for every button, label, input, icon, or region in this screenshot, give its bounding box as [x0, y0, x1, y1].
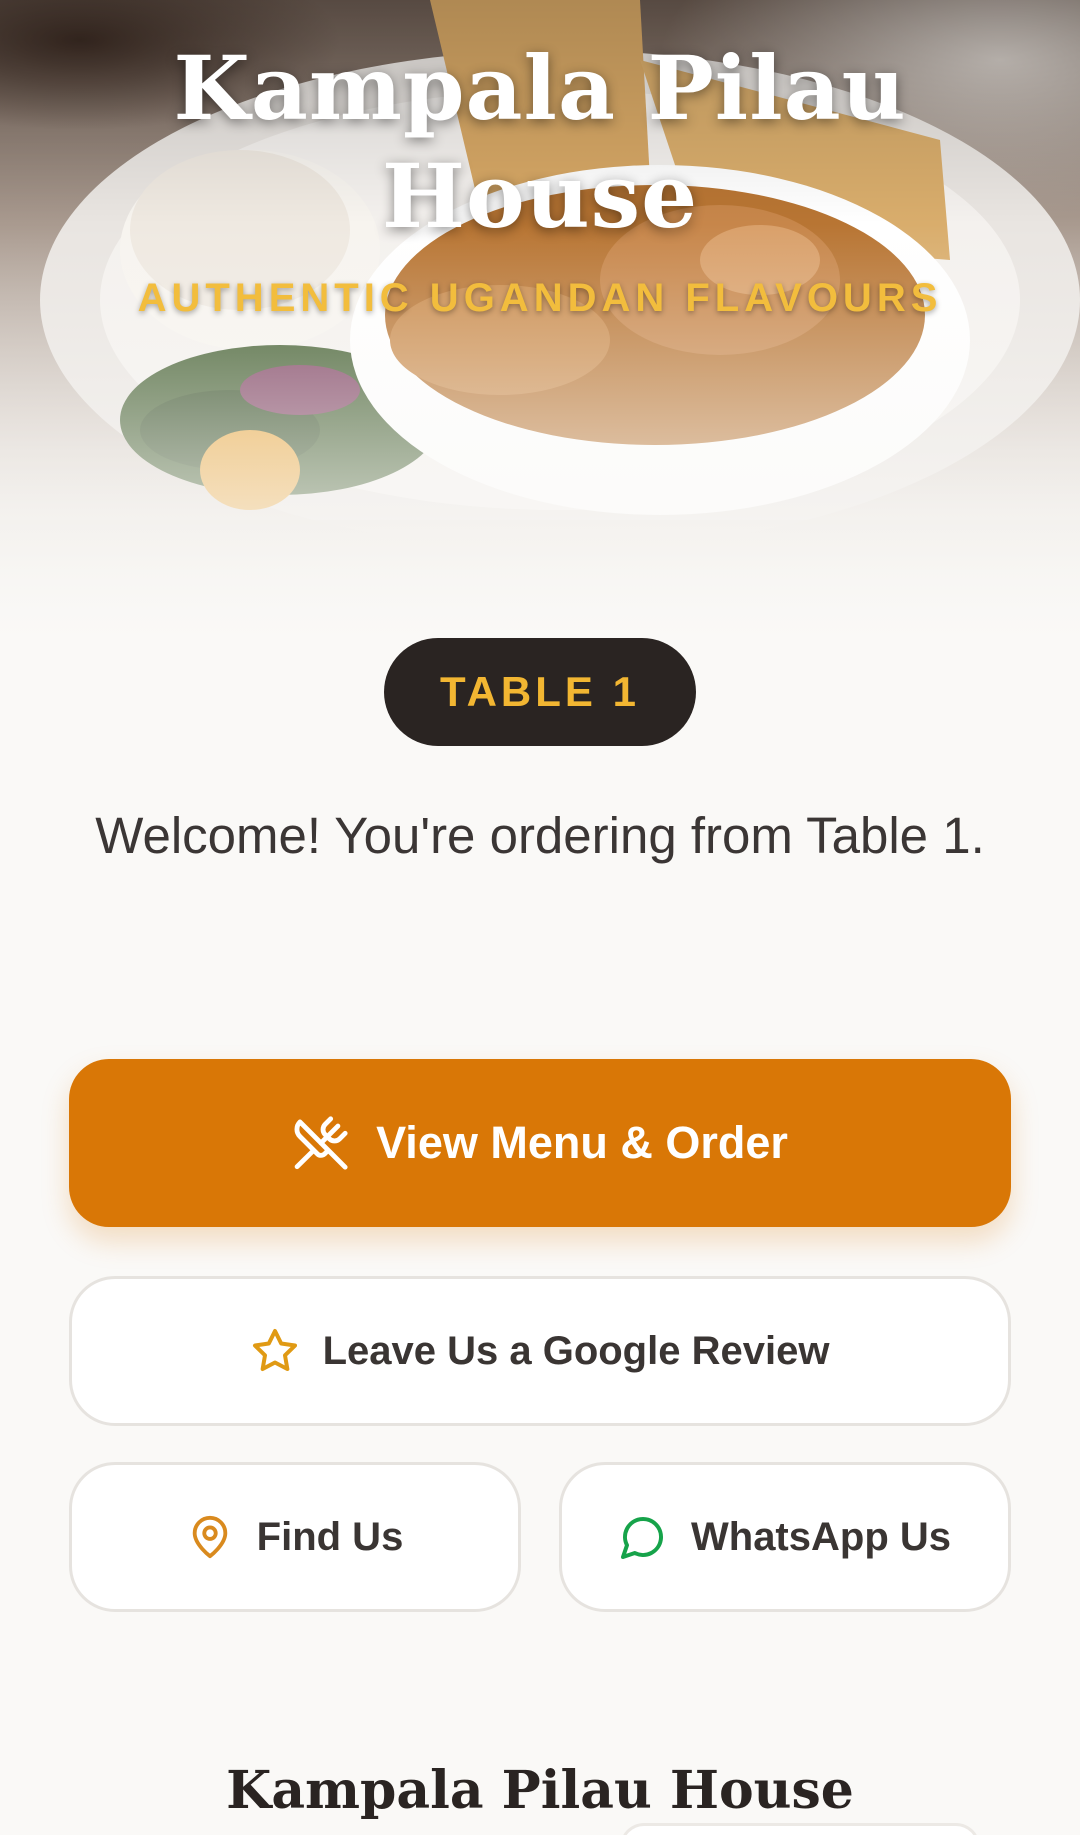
- find-us-label: Find Us: [256, 1514, 404, 1559]
- welcome-message: Welcome! You're ordering from Table 1.: [95, 807, 985, 864]
- landing-page: Kampala Pilau House AUTHENTIC UGANDAN FL…: [0, 0, 1080, 1835]
- whatsapp-label: WhatsApp Us: [691, 1514, 951, 1559]
- whatsapp-button[interactable]: WhatsApp Us: [559, 1462, 1011, 1612]
- utensils-crossed-icon: [292, 1114, 350, 1172]
- star-icon: [251, 1327, 299, 1375]
- google-review-button[interactable]: Leave Us a Google Review: [69, 1276, 1011, 1426]
- hero-banner: Kampala Pilau House AUTHENTIC UGANDAN FL…: [0, 0, 1080, 640]
- footer-restaurant-name: Kampala Pilau House: [226, 1760, 854, 1821]
- footer-card-edge: [620, 1823, 980, 1835]
- find-us-button[interactable]: Find Us: [69, 1462, 521, 1612]
- message-circle-icon: [619, 1513, 667, 1561]
- view-menu-label: View Menu & Order: [376, 1117, 788, 1168]
- restaurant-tagline: AUTHENTIC UGANDAN FLAVOURS: [137, 276, 943, 320]
- table-number-badge: TABLE 1: [384, 638, 696, 746]
- view-menu-button[interactable]: View Menu & Order: [69, 1059, 1011, 1227]
- restaurant-name-title: Kampala Pilau House: [173, 36, 907, 248]
- map-pin-icon: [187, 1514, 233, 1560]
- google-review-label: Leave Us a Google Review: [322, 1328, 830, 1373]
